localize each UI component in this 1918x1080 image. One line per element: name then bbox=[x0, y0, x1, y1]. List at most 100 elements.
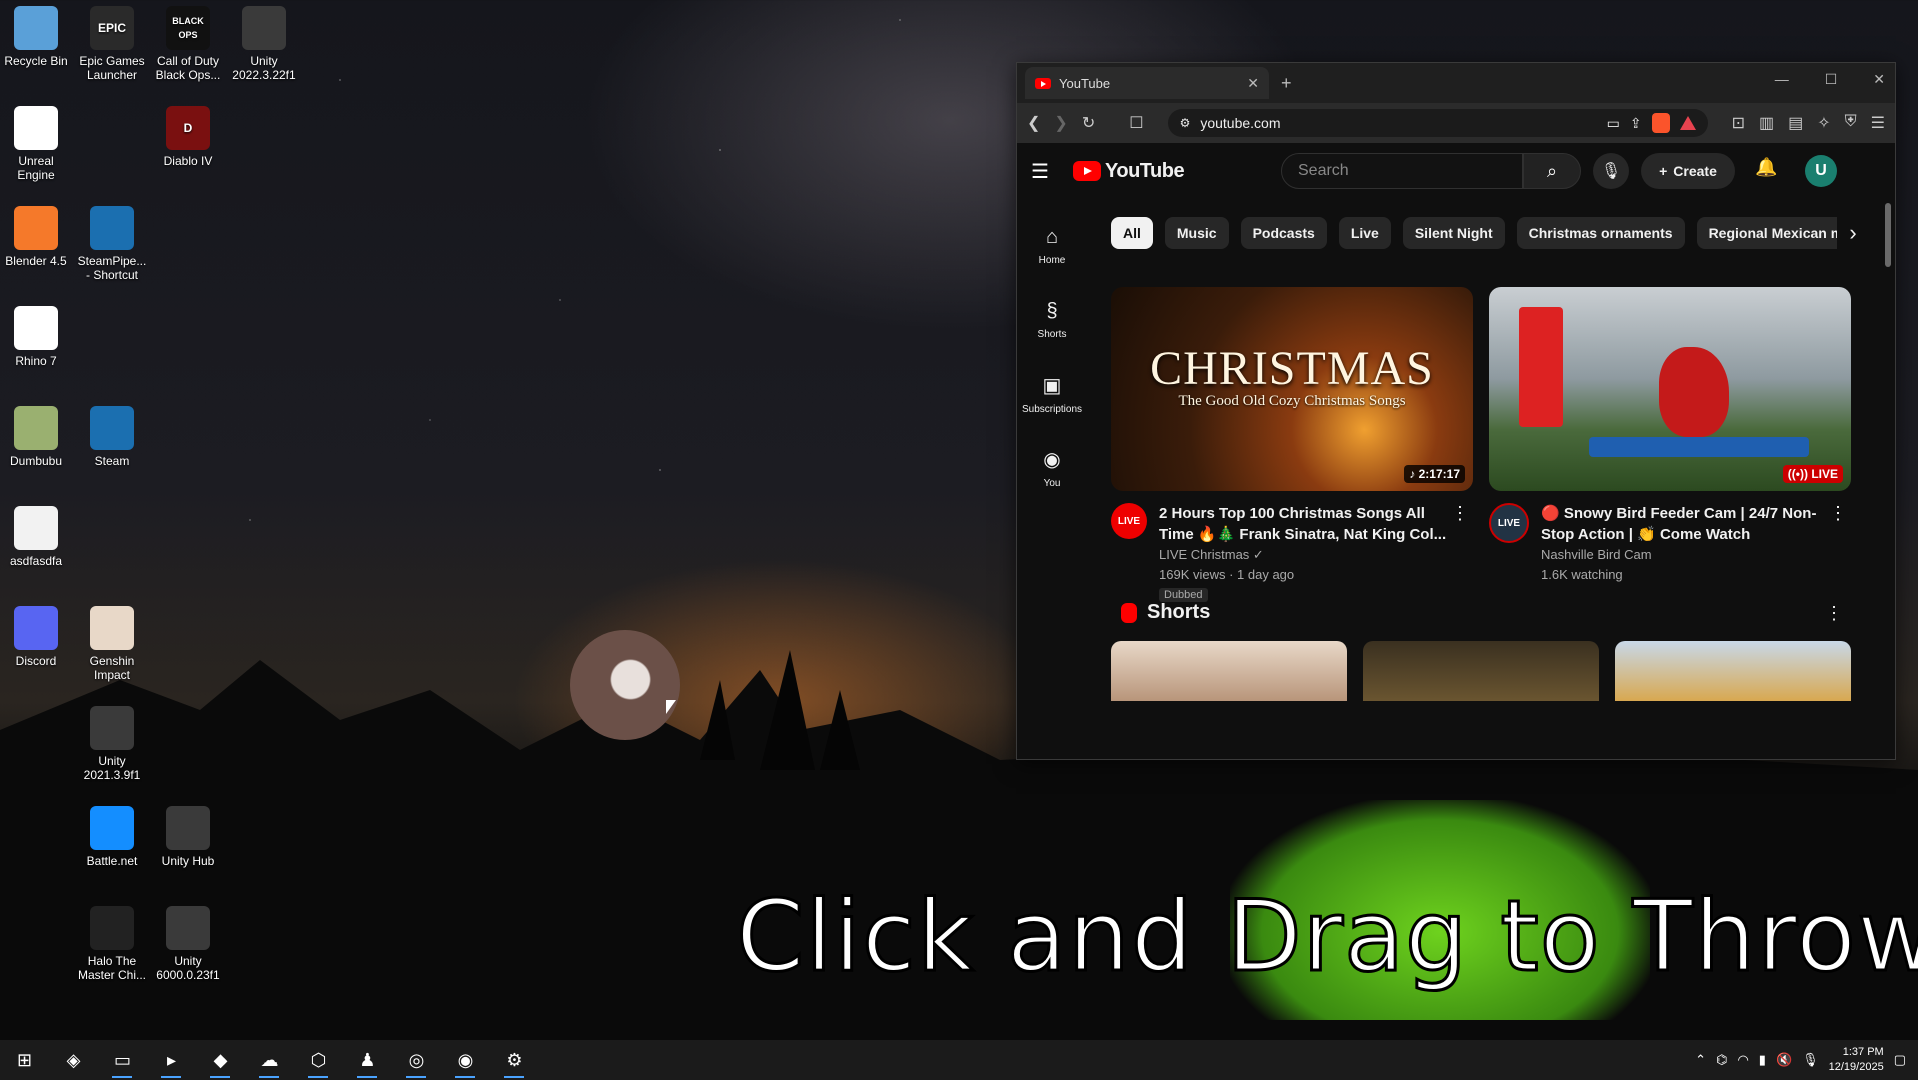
desktop-icon[interactable]: Unity Hub bbox=[152, 806, 224, 868]
video-thumbnail[interactable]: CHRISTMAS The Good Old Cozy Christmas So… bbox=[1111, 287, 1473, 491]
chevron-right-icon[interactable]: › bbox=[1837, 217, 1869, 249]
chip-christmas-ornaments[interactable]: Christmas ornaments bbox=[1516, 217, 1685, 249]
minimize-button[interactable]: — bbox=[1775, 71, 1789, 88]
guide-menu-icon[interactable]: ☰ bbox=[1031, 159, 1061, 184]
desktop-icon[interactable]: Halo The Master Chi... bbox=[76, 906, 148, 982]
network-icon[interactable]: ⌬ bbox=[1716, 1052, 1727, 1068]
short-thumbnail[interactable] bbox=[1111, 641, 1347, 701]
vpn-icon[interactable]: ⛨ bbox=[1845, 113, 1857, 133]
video-thumbnail[interactable]: ((•)) LIVE bbox=[1489, 287, 1851, 491]
notification-center-icon[interactable]: ▢ bbox=[1894, 1052, 1906, 1068]
desktop-icon[interactable]: SteamPipe... - Shortcut bbox=[76, 206, 148, 282]
terminal-icon[interactable]: ▸ bbox=[147, 1040, 196, 1080]
desktop-icon[interactable]: Recycle Bin bbox=[0, 6, 72, 68]
menu-icon[interactable]: ☰ bbox=[1871, 113, 1885, 133]
video-title[interactable]: 2 Hours Top 100 Christmas Songs All Time… bbox=[1159, 503, 1449, 545]
brave-shields-icon[interactable] bbox=[1651, 113, 1670, 133]
channel-avatar[interactable]: LIVE bbox=[1489, 503, 1529, 543]
video-card[interactable]: ((•)) LIVE LIVE 🔴 Snowy Bird Feeder Cam … bbox=[1489, 287, 1851, 603]
short-thumbnail[interactable] bbox=[1363, 641, 1599, 701]
desktop-icon[interactable]: D Diablo IV bbox=[152, 106, 224, 168]
short-thumbnail[interactable] bbox=[1615, 641, 1851, 701]
browser-window[interactable]: YouTube ✕ + — ☐ ✕ ❮ ❯ ↻ ☐ ⚙ youtube.com … bbox=[1016, 62, 1896, 760]
more-options-icon[interactable]: ⋮ bbox=[1829, 503, 1847, 524]
desktop-icon[interactable]: Blender 4.5 bbox=[0, 206, 72, 268]
search-input[interactable]: Search bbox=[1281, 153, 1523, 189]
obs-icon[interactable]: ◉ bbox=[441, 1040, 490, 1080]
desktop-icon[interactable]: Discord bbox=[0, 606, 72, 668]
unity-icon[interactable]: ⬡ bbox=[294, 1040, 343, 1080]
wifi-icon[interactable]: ◠ bbox=[1737, 1052, 1748, 1068]
cast-icon[interactable]: ▭ bbox=[1607, 115, 1620, 132]
notifications-bell-icon[interactable]: 🔔 bbox=[1755, 157, 1777, 178]
more-options-icon[interactable]: ⋮ bbox=[1451, 503, 1469, 524]
desktop-icon[interactable]: Unity 6000.0.23f1 bbox=[152, 906, 224, 982]
battery-icon[interactable]: ▮ bbox=[1759, 1052, 1766, 1068]
nav-home[interactable]: ⌂ Home bbox=[1017, 209, 1087, 283]
page-scrollbar[interactable] bbox=[1885, 203, 1891, 267]
more-options-icon[interactable]: ⋮ bbox=[1825, 603, 1843, 624]
new-tab-button[interactable]: + bbox=[1281, 73, 1292, 94]
video-card[interactable]: CHRISTMAS The Good Old Cozy Christmas So… bbox=[1111, 287, 1473, 603]
site-info-icon[interactable]: ⚙ bbox=[1180, 116, 1191, 130]
search-button[interactable]: ⌕ bbox=[1523, 153, 1581, 189]
desktop-icon[interactable]: BLACK OPS Call of Duty Black Ops... bbox=[152, 6, 224, 82]
channel-avatar[interactable]: LIVE bbox=[1111, 503, 1147, 539]
desktop-icon[interactable]: Unreal Engine bbox=[0, 106, 72, 182]
desktop-icon[interactable]: Unity 2022.3.22f1 bbox=[228, 6, 300, 82]
desktop-icon[interactable]: Battle.net bbox=[76, 806, 148, 868]
maximize-button[interactable]: ☐ bbox=[1825, 71, 1838, 88]
start-button[interactable]: ⊞ bbox=[0, 1040, 49, 1080]
video-title[interactable]: 🔴 Snowy Bird Feeder Cam | 24/7 Non-Stop … bbox=[1541, 503, 1831, 545]
file-explorer-icon[interactable]: ▭ bbox=[98, 1040, 147, 1080]
bookmark-icon[interactable]: ☐ bbox=[1129, 113, 1143, 133]
forward-icon[interactable]: ❯ bbox=[1054, 113, 1067, 133]
leo-ai-icon[interactable]: ✧ bbox=[1817, 113, 1830, 133]
desktop-icon[interactable]: asdfasdfa bbox=[0, 506, 72, 568]
steam-icon[interactable]: ◎ bbox=[392, 1040, 441, 1080]
tab-youtube[interactable]: YouTube ✕ bbox=[1025, 67, 1269, 99]
chip-live[interactable]: Live bbox=[1338, 217, 1391, 249]
channel-name[interactable]: Nashville Bird Cam bbox=[1541, 545, 1831, 565]
close-tab-icon[interactable]: ✕ bbox=[1247, 75, 1259, 92]
settings-icon[interactable]: ⚙ bbox=[490, 1040, 539, 1080]
sidebar-icon[interactable]: ▥ bbox=[1759, 113, 1774, 133]
browser-titlebar[interactable]: YouTube ✕ + — ☐ ✕ bbox=[1017, 63, 1895, 103]
desktop-icon[interactable]: EPIC Epic Games Launcher bbox=[76, 6, 148, 82]
game-app-icon[interactable]: ♟ bbox=[343, 1040, 392, 1080]
channel-name[interactable]: LIVE Christmas ✓ bbox=[1159, 545, 1449, 565]
volume-muted-icon[interactable]: 🔇 bbox=[1776, 1052, 1792, 1068]
avatar[interactable]: U bbox=[1805, 155, 1837, 187]
desktop-icon[interactable]: Unity 2021.3.9f1 bbox=[76, 706, 148, 782]
youtube-logo[interactable]: YouTube bbox=[1073, 160, 1185, 183]
brave-rewards-icon[interactable] bbox=[1679, 116, 1696, 130]
voice-search-button[interactable]: 🎙 bbox=[1593, 153, 1629, 189]
create-button[interactable]: + Create bbox=[1641, 153, 1735, 189]
clock[interactable]: 1:37 PM 12/19/2025 bbox=[1829, 1045, 1884, 1075]
desktop-icon[interactable]: Dumbubu bbox=[0, 406, 72, 468]
brave-browser-icon[interactable]: ◆ bbox=[196, 1040, 245, 1080]
desktop-icon[interactable]: Genshin Impact bbox=[76, 606, 148, 682]
back-icon[interactable]: ❮ bbox=[1027, 113, 1040, 133]
nav-subscriptions[interactable]: ▣ Subscriptions bbox=[1017, 357, 1087, 431]
screenshot-icon[interactable]: ⊡ bbox=[1732, 113, 1745, 133]
desktop-icon[interactable]: Rhino 7 bbox=[0, 306, 72, 368]
nav-shorts[interactable]: § Shorts bbox=[1017, 283, 1087, 357]
share-icon[interactable]: ⇪ bbox=[1630, 115, 1642, 132]
microphone-icon[interactable]: 🎙 bbox=[1802, 1052, 1819, 1068]
chip-silent-night[interactable]: Silent Night bbox=[1402, 217, 1505, 249]
dumbubu-mascot[interactable] bbox=[570, 630, 680, 740]
chevron-up-icon[interactable]: ⌃ bbox=[1695, 1052, 1706, 1068]
chip-regional-mexican-music[interactable]: Regional Mexican musi bbox=[1696, 217, 1849, 249]
address-bar[interactable]: ⚙ youtube.com ▭ ⇪ bbox=[1167, 109, 1708, 137]
desktop-icon[interactable]: Steam bbox=[76, 406, 148, 468]
nav-you[interactable]: ◉ You bbox=[1017, 431, 1087, 505]
wallet-icon[interactable]: ▤ bbox=[1788, 113, 1803, 133]
close-window-button[interactable]: ✕ bbox=[1873, 71, 1885, 88]
copilot-icon[interactable]: ◈ bbox=[49, 1040, 98, 1080]
chip-music[interactable]: Music bbox=[1164, 217, 1229, 249]
chip-podcasts[interactable]: Podcasts bbox=[1240, 217, 1327, 249]
chip-all[interactable]: All bbox=[1111, 217, 1153, 249]
weather-app-icon[interactable]: ☁ bbox=[245, 1040, 294, 1080]
reload-icon[interactable]: ↻ bbox=[1082, 113, 1095, 133]
